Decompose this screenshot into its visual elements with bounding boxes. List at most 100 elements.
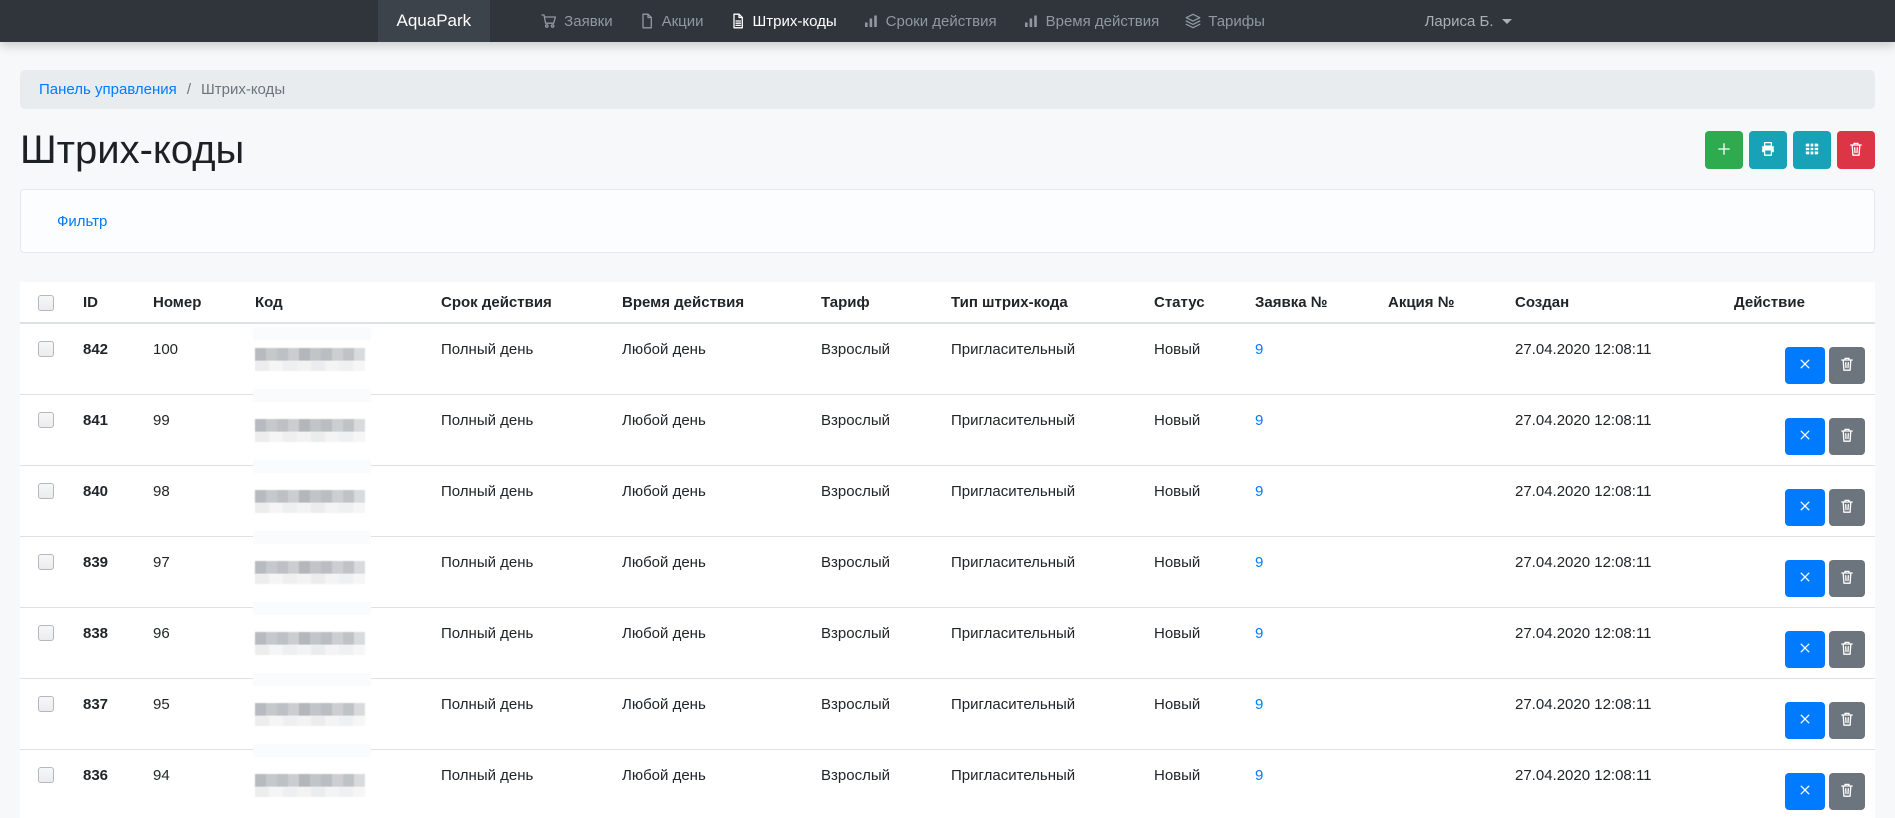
censored-code-cover — [253, 672, 371, 686]
cell-term: Полный день — [431, 393, 612, 465]
nav-item-4[interactable]: Время действия — [1010, 0, 1173, 42]
cell-actions — [1724, 606, 1875, 678]
row-checkbox[interactable] — [38, 553, 54, 570]
layers-icon — [1185, 13, 1201, 29]
cell-promo — [1378, 535, 1505, 607]
censored-code — [255, 348, 365, 361]
cell-term: Полный день — [431, 748, 612, 818]
file-icon — [639, 13, 655, 29]
censored-code-cover — [253, 601, 371, 615]
main-menu: Заявки Акции Штрих-коды Сроки действия Время… — [528, 0, 1278, 42]
delete-row-button[interactable] — [1829, 701, 1865, 739]
brand-link[interactable]: AquaPark — [377, 0, 491, 42]
cell-request: 9 — [1245, 464, 1378, 536]
add-button[interactable] — [1705, 131, 1743, 169]
cell-code — [245, 530, 431, 607]
nav-item-label: Тарифы — [1208, 12, 1265, 30]
cancel-barcode-button[interactable] — [1785, 559, 1825, 597]
censored-code-shadow — [255, 431, 365, 442]
row-checkbox[interactable] — [38, 341, 54, 357]
columns-button[interactable] — [1793, 131, 1831, 169]
delete-row-button[interactable] — [1829, 488, 1865, 526]
cell-status: Новый — [1144, 464, 1245, 536]
censored-code-shadow — [255, 644, 365, 655]
delete-row-button[interactable] — [1829, 772, 1865, 810]
censored-code — [255, 631, 365, 645]
censored-code-shadow — [255, 786, 365, 797]
cell-time: Любой день — [612, 464, 811, 536]
filter-toggle-link[interactable]: Фильтр — [57, 213, 107, 230]
cell-number: 95 — [143, 677, 245, 749]
delete-row-button[interactable] — [1829, 559, 1865, 597]
request-link[interactable]: 9 — [1255, 412, 1263, 429]
row-checkbox[interactable] — [38, 766, 54, 783]
nav-item-0[interactable]: Заявки — [528, 0, 625, 42]
censored-code — [255, 702, 365, 716]
column-header-9: Акция № — [1378, 282, 1505, 324]
nav-item-label: Время действия — [1045, 12, 1160, 30]
breadcrumb-separator: / — [186, 81, 191, 98]
cell-actions — [1724, 535, 1875, 607]
nav-item-3[interactable]: Сроки действия — [850, 0, 1010, 42]
cell-status: Новый — [1144, 393, 1245, 465]
row-select-cell — [20, 748, 73, 818]
row-select-cell — [20, 393, 73, 465]
table-header-row: ID Номер Код Срок действия Время действия Тар… — [20, 282, 1875, 324]
cell-request: 9 — [1245, 606, 1378, 678]
nav-item-2[interactable]: Штрих-коды — [717, 0, 850, 42]
cell-code — [245, 459, 431, 536]
request-link[interactable]: 9 — [1255, 483, 1263, 500]
delete-row-button[interactable] — [1829, 417, 1865, 455]
cell-id: 838 — [73, 606, 143, 678]
censored-code-shadow — [255, 715, 365, 726]
trash-icon — [1839, 427, 1855, 446]
print-button[interactable] — [1749, 131, 1787, 169]
cancel-barcode-button[interactable] — [1785, 347, 1825, 384]
row-actions — [1734, 559, 1865, 597]
chevron-down-icon — [1501, 18, 1512, 24]
cancel-barcode-button[interactable] — [1785, 630, 1825, 668]
cell-request: 9 — [1245, 748, 1378, 818]
row-checkbox[interactable] — [38, 482, 54, 499]
x-icon — [1797, 356, 1813, 375]
row-checkbox[interactable] — [38, 411, 54, 428]
cell-time: Любой день — [622, 341, 706, 358]
delete-button[interactable] — [1837, 131, 1875, 169]
row-checkbox[interactable] — [38, 695, 54, 712]
cell-term: Полный день — [431, 464, 612, 536]
cell-code — [245, 672, 431, 749]
cell-tariff: Взрослый — [811, 606, 941, 678]
cell-promo — [1378, 606, 1505, 678]
page-header: Штрих-коды — [20, 128, 1875, 172]
filter-panel: Фильтр — [20, 189, 1875, 253]
nav-item-5[interactable]: Тарифы — [1172, 0, 1278, 42]
row-checkbox[interactable] — [38, 624, 54, 641]
breadcrumb-root-link[interactable]: Панель управления — [39, 81, 177, 98]
request-link[interactable]: 9 — [1255, 554, 1263, 571]
table-row: 836 94 Полный день Любой день Взрослый Пригла… — [20, 743, 1875, 818]
request-link[interactable]: 9 — [1255, 767, 1263, 784]
censored-code — [255, 560, 365, 574]
cell-term: Полный день — [431, 606, 612, 678]
cancel-barcode-button[interactable] — [1785, 701, 1825, 739]
request-link[interactable]: 9 — [1255, 625, 1263, 642]
cell-type: Пригласительный — [951, 341, 1076, 358]
nav-item-1[interactable]: Акции — [626, 0, 717, 42]
request-link[interactable]: 9 — [1255, 696, 1263, 713]
delete-row-button[interactable] — [1829, 347, 1865, 384]
cell-status: Новый — [1154, 341, 1201, 358]
cell-request: 9 — [1245, 323, 1378, 394]
row-select-cell — [20, 323, 73, 394]
breadcrumb-current: Штрих-коды — [200, 81, 286, 98]
cancel-barcode-button[interactable] — [1785, 772, 1825, 810]
select-all-checkbox[interactable] — [38, 294, 54, 311]
user-menu[interactable]: Лариса Б. — [1419, 0, 1518, 42]
request-link[interactable]: 9 — [1255, 341, 1263, 358]
row-actions — [1734, 772, 1865, 810]
censored-code — [255, 418, 365, 432]
barcodes-table: ID Номер Код Срок действия Время действия Тар… — [20, 282, 1875, 818]
cancel-barcode-button[interactable] — [1785, 488, 1825, 526]
delete-row-button[interactable] — [1829, 630, 1865, 668]
cancel-barcode-button[interactable] — [1785, 417, 1825, 455]
cell-promo — [1378, 464, 1505, 536]
